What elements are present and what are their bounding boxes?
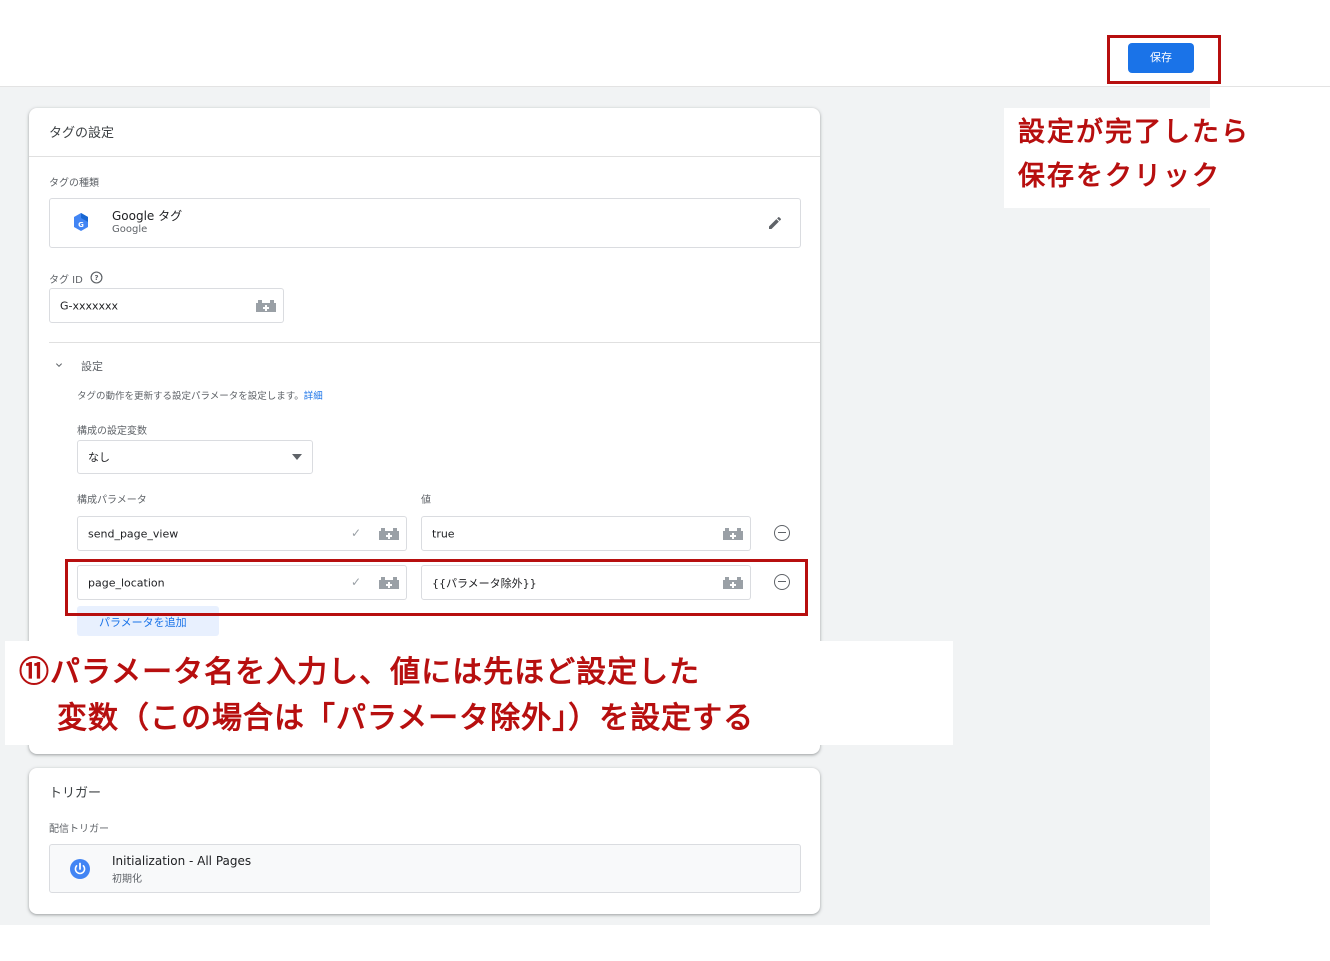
param-column-label: 構成パラメータ [77, 495, 147, 506]
trigger-title: トリガー [49, 786, 102, 801]
trigger-name: Initialization - All Pages [112, 854, 252, 868]
param-name-value: send_page_view [88, 527, 179, 540]
param-variable-button[interactable] [371, 516, 407, 551]
tag-id-variable-button[interactable] [248, 288, 284, 323]
trigger-card: トリガー 配信トリガー Initialization - All Pages 初… [29, 768, 820, 914]
settings-description: タグの動作を更新する設定パラメータを設定します。詳細 [77, 388, 323, 402]
parameter-annotation: ⑪パラメータ名を入力し、値には先ほど設定した 変数（この場合は「パラメータ除外」… [5, 641, 953, 745]
add-parameter-label: パラメータを追加 [99, 616, 187, 629]
power-icon [70, 859, 90, 879]
details-link[interactable]: 詳細 [304, 391, 323, 402]
variable-icon [722, 527, 743, 540]
variable-icon [255, 299, 276, 312]
trigger-sub: 初期化 [112, 874, 142, 885]
firing-trigger-label: 配信トリガー [49, 824, 109, 835]
config-variable-value: なし [88, 451, 110, 464]
tag-id-input[interactable]: G-xxxxxxx [49, 288, 249, 323]
tag-type-sub: Google [112, 224, 148, 235]
trigger-item[interactable]: Initialization - All Pages 初期化 [49, 844, 801, 893]
tag-type-label: タグの種類 [49, 178, 99, 189]
config-variable-select[interactable]: なし [77, 440, 313, 474]
svg-text:?: ? [94, 273, 98, 282]
tag-type-selector[interactable]: G Google タグ Google [49, 198, 801, 248]
save-annotation-line2: 保存をクリック [1018, 161, 1221, 192]
google-tag-icon: G [74, 213, 88, 231]
param-value-value: true [432, 527, 455, 540]
save-annotation: 設定が完了したら 保存をクリック [1004, 108, 1248, 208]
settings-section-title[interactable]: 設定 [81, 358, 103, 374]
save-highlight-box [1107, 35, 1221, 84]
parameter-row-highlight-box [65, 559, 808, 616]
remove-row-icon[interactable] [774, 525, 790, 541]
tag-id-label: タグ ID [49, 275, 83, 286]
tag-type-name: Google タグ [112, 209, 183, 223]
section-divider [49, 342, 820, 343]
save-annotation-line1: 設定が完了したら [1018, 117, 1250, 148]
edit-pencil-icon[interactable] [767, 215, 783, 231]
tag-config-title: タグの設定 [49, 126, 115, 141]
variable-icon [378, 527, 399, 540]
config-variable-label: 構成の設定変数 [77, 426, 147, 437]
param-value-input[interactable]: true [421, 516, 716, 551]
help-icon[interactable]: ? [90, 271, 103, 284]
card-divider [29, 156, 820, 157]
settings-description-text: タグの動作を更新する設定パラメータを設定します。 [77, 391, 304, 402]
dropdown-arrow-icon [292, 454, 302, 460]
value-column-label: 値 [421, 495, 431, 506]
svg-text:G: G [78, 221, 84, 229]
param-name-input[interactable]: send_page_view ✓ [77, 516, 372, 551]
value-variable-button[interactable] [715, 516, 751, 551]
check-icon: ✓ [350, 526, 361, 540]
tag-id-value: G-xxxxxxx [60, 299, 119, 312]
chevron-down-icon[interactable] [53, 359, 65, 371]
parameter-annotation-line1: ⑪パラメータ名を入力し、値には先ほど設定した [19, 655, 701, 690]
parameter-annotation-line2: 変数（この場合は「パラメータ除外」）を設定する [57, 701, 755, 736]
